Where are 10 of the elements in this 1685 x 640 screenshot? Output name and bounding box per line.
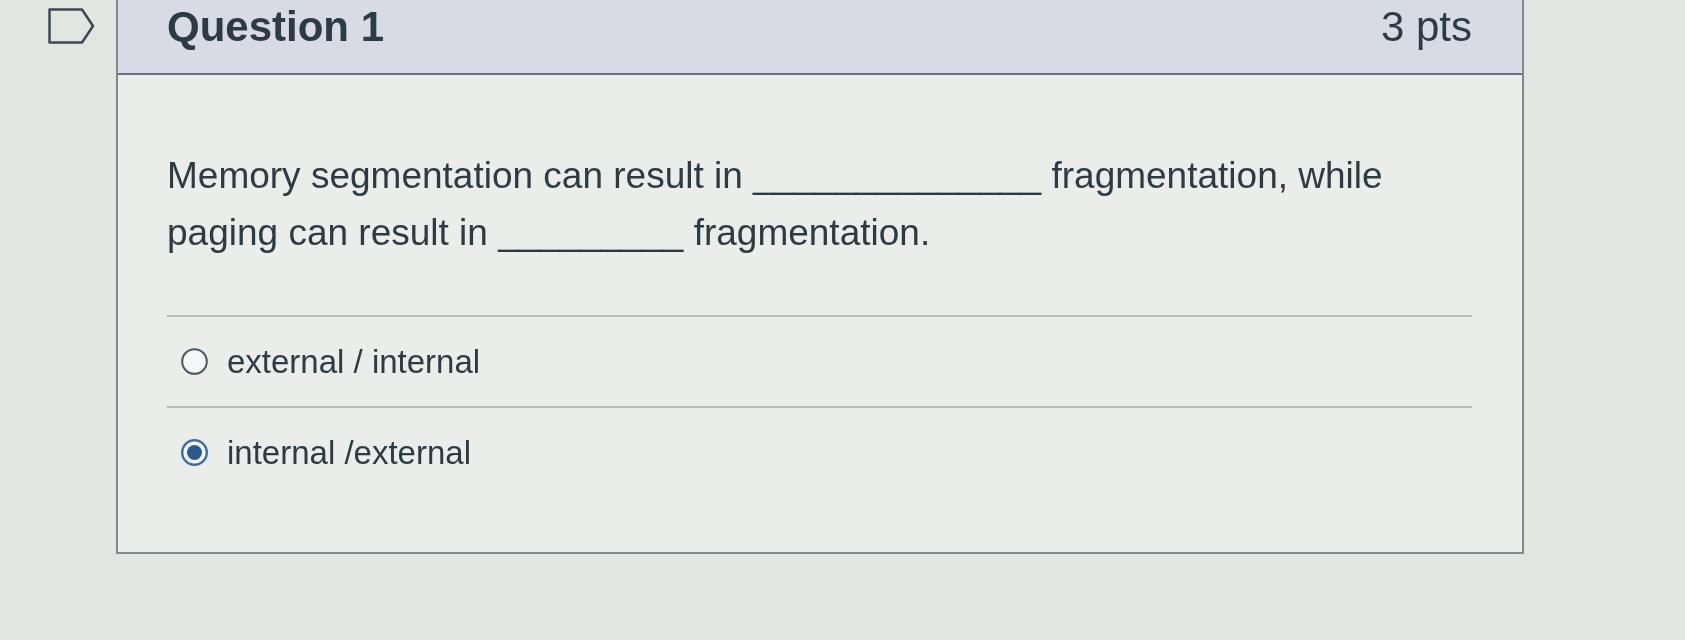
points-label: 3 pts (1380, 2, 1472, 52)
question-text: Memory segmentation can result in ______________ fragmentation, while paging can result in _________ fragmentation. (167, 154, 1384, 255)
option-label: external / internal (227, 341, 481, 382)
answer-option[interactable]: external / internal (167, 315, 1472, 406)
radio-icon[interactable] (181, 348, 208, 375)
radio-selected-icon[interactable] (181, 439, 208, 466)
question-title: Question 1 (167, 2, 385, 52)
option-label: internal /external (227, 432, 471, 473)
answer-option[interactable]: internal /external (167, 406, 1472, 497)
flag-icon[interactable] (48, 8, 95, 44)
